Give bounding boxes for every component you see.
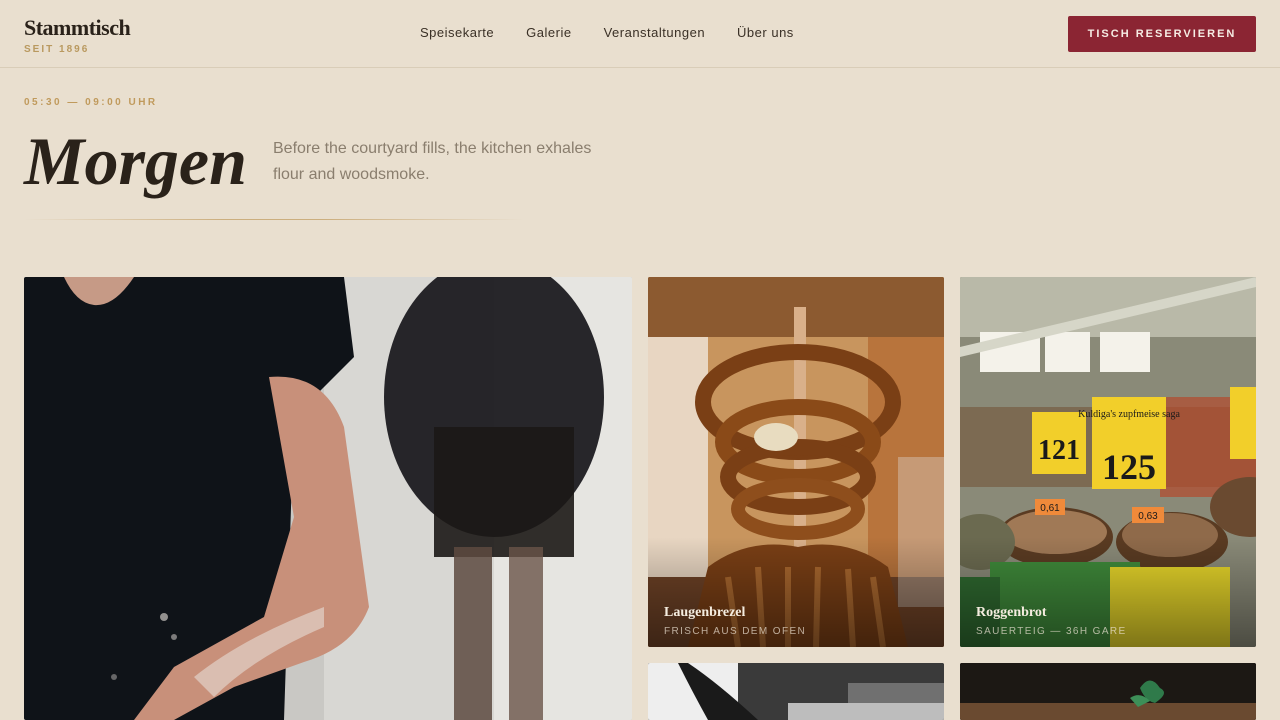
price-tag-label: Kuldiga's zupfmeise saga: [1078, 409, 1180, 420]
section-divider: [24, 219, 524, 220]
section-description: Before the courtyard fills, the kitchen …: [273, 140, 592, 183]
section-title: Morgen: [24, 123, 247, 199]
card-title: Laugenbrezel: [664, 605, 746, 620]
price-tag-061: 0,61: [1040, 503, 1060, 514]
nav-link-speisekarte[interactable]: Speisekarte: [420, 25, 494, 41]
price-tag-125: 125: [1102, 447, 1156, 487]
gallery-card-laugenbrezel[interactable]: Laugenbrezel FRISCH AUS DEM OFEN: [648, 277, 944, 647]
brand-name[interactable]: Stammtisch: [24, 16, 131, 40]
nav-link-ueber-uns[interactable]: Über uns: [737, 25, 794, 41]
gallery-photo-table[interactable]: [960, 663, 1256, 720]
nav-link-veranstaltungen[interactable]: Veranstaltungen: [604, 25, 705, 41]
card-title: Roggenbrot: [976, 605, 1047, 620]
card-caption: Laugenbrezel FRISCH AUS DEM OFEN: [664, 605, 806, 637]
table-photo-image: [960, 663, 1256, 720]
price-tag-063: 0,63: [1138, 511, 1158, 522]
gallery-photo-baker[interactable]: [24, 277, 632, 720]
time-range-label: 05:30 — 09:00 UHR: [24, 97, 158, 108]
card-subtitle: FRISCH AUS DEM OFEN: [664, 626, 807, 637]
brand-since: SEIT 1896: [24, 44, 90, 55]
reserve-table-button[interactable]: TISCH RESERVIEREN: [1068, 16, 1256, 52]
gallery-photo-kitchen[interactable]: [648, 663, 944, 720]
baker-photo-image: [24, 277, 632, 720]
nav-link-galerie[interactable]: Galerie: [526, 25, 571, 41]
kitchen-photo-image: [648, 663, 944, 720]
card-subtitle: SAUERTEIG — 36H GARE: [976, 626, 1127, 637]
brand-logo[interactable]: Stammtisch SEIT 1896: [24, 16, 131, 56]
gallery-card-roggenbrot[interactable]: 121 125 Kuldiga's zupfmeise saga 0,61 0,…: [960, 277, 1256, 647]
main-nav: Speisekarte Galerie Veranstaltungen Über…: [420, 25, 826, 41]
price-tag-121: 121: [1038, 435, 1080, 466]
site-header: Stammtisch SEIT 1896 Speisekarte Galerie…: [0, 0, 1280, 68]
card-caption: Roggenbrot SAUERTEIG — 36H GARE: [976, 605, 1127, 637]
